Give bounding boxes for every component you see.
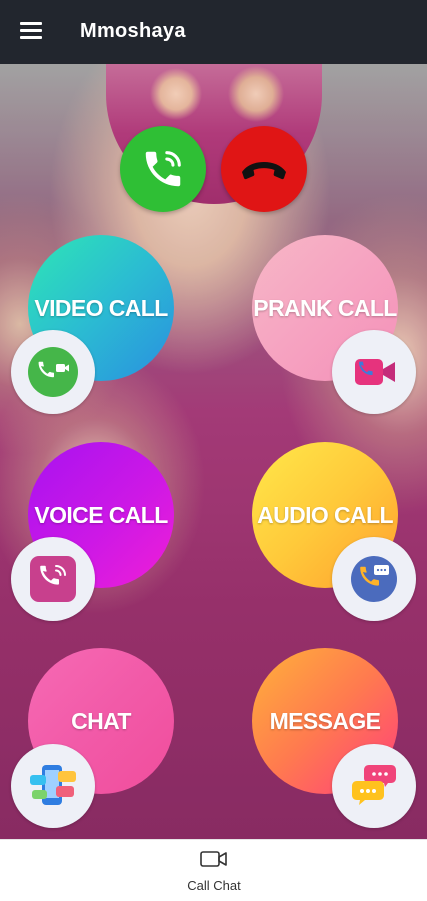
message-label: MESSAGE [269,707,381,734]
decline-call-button[interactable] [221,126,307,212]
nav-item-label: Call Chat [187,878,241,893]
app-title: Mmoshaya [80,20,186,42]
phone-accept-icon [145,151,181,187]
voice-call-icon-badge[interactable] [11,537,95,621]
phone-video-icon [28,347,78,397]
chat-label: CHAT [71,707,131,734]
video-call-icon-badge[interactable] [11,330,95,414]
voice-call-label: VOICE CALL [34,501,168,528]
audio-call-icon-badge[interactable] [332,537,416,621]
chat-icon-badge[interactable] [11,744,95,828]
app-bar: Mmoshaya [0,0,427,64]
video-camera-icon [355,359,395,385]
video-call-label: VIDEO CALL [34,294,168,321]
bottom-navigation: Call Chat [0,839,427,901]
chat-apps-icon [30,765,76,805]
phone-chat-icon [351,556,397,602]
prank-call-label: PRANK CALL [253,294,397,321]
nav-item-call-chat[interactable]: Call Chat [170,848,258,896]
accept-call-button[interactable] [120,126,206,212]
video-camera-icon [200,851,227,867]
prank-call-icon-badge[interactable] [332,330,416,414]
phone-ringing-icon [30,556,76,602]
message-icon-badge[interactable] [332,744,416,828]
message-bubbles-icon [352,765,396,805]
hamburger-menu-icon[interactable] [20,22,42,40]
phone-decline-icon [242,162,286,180]
audio-call-label: AUDIO CALL [257,501,393,528]
